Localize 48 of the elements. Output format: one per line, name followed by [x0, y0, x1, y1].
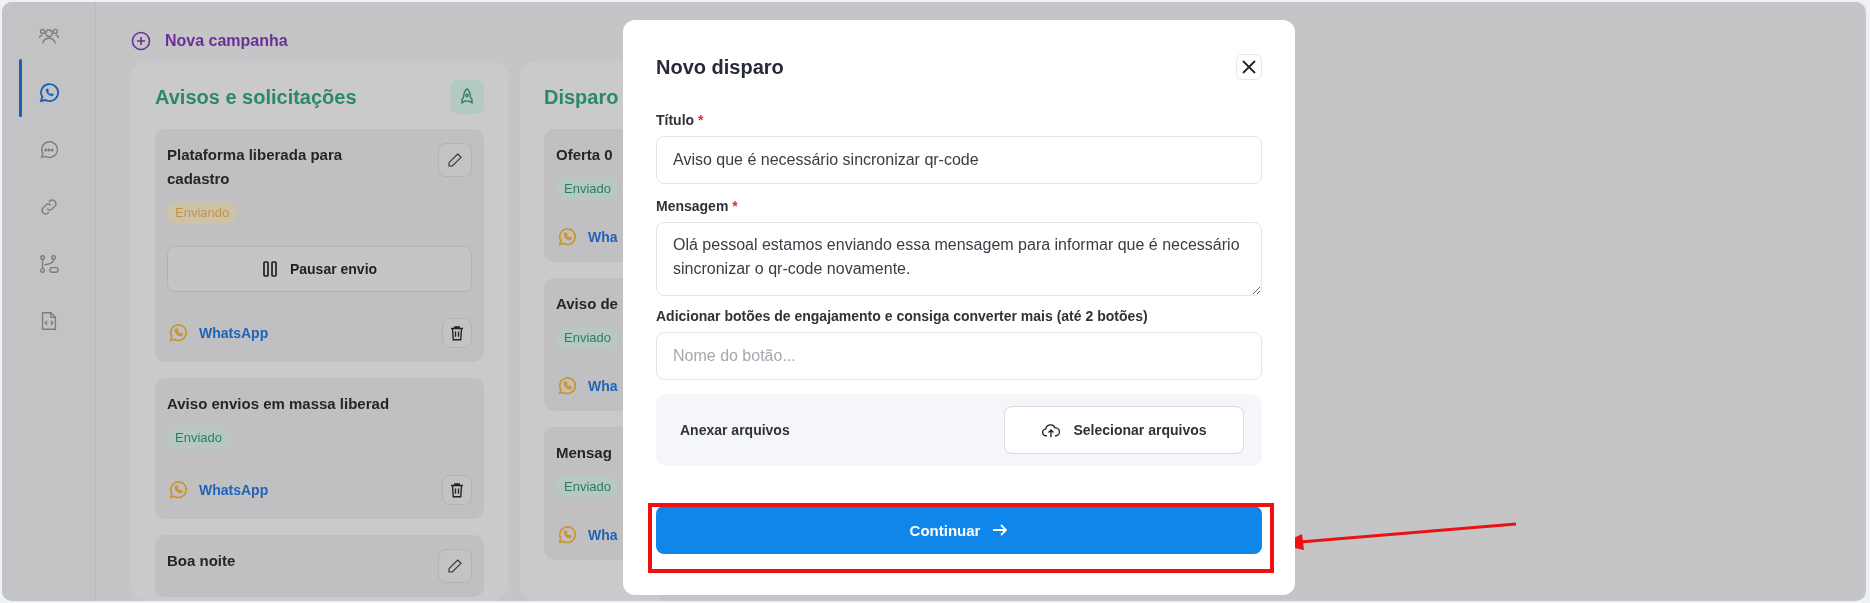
flow-icon: [37, 253, 60, 275]
campaign-title: Boa noite: [167, 551, 236, 571]
column-title: Disparo: [544, 85, 619, 109]
pause-icon: [261, 260, 278, 278]
whatsapp-icon: [556, 226, 578, 248]
required-asterisk: *: [698, 112, 704, 128]
field-label: Mensagem *: [656, 198, 739, 214]
title-input[interactable]: Aviso que é necessário sincronizar qr-code: [656, 136, 1262, 184]
pencil-icon: [447, 152, 463, 168]
message-textarea[interactable]: Olá pessoal estamos enviando essa mensagem para informar que é necessário sincronizar o qr-code novamente.: [656, 222, 1262, 296]
whatsapp-icon: [556, 375, 578, 397]
campaign-title: Aviso de: [556, 294, 618, 314]
campaign-title: Mensag: [556, 443, 612, 463]
campaign-title: Plataforma liberada para cadastro: [167, 145, 344, 189]
delete-button[interactable]: [442, 475, 472, 505]
arrow-right-icon: [992, 523, 1009, 537]
pencil-icon: [447, 558, 463, 574]
select-files-button[interactable]: Selecionar arquivos: [1004, 406, 1244, 454]
edit-button[interactable]: [438, 549, 472, 583]
status-tag: Enviando: [167, 201, 238, 224]
button-name-input[interactable]: Nome do botão...: [656, 332, 1262, 380]
field-label: Adicionar botões de engajamento e consiga converter mais (até 2 botões): [656, 308, 1149, 324]
pause-button[interactable]: Pausar envio: [167, 246, 472, 292]
dialog-title: Novo disparo: [656, 55, 784, 79]
status-tag: Enviado: [556, 177, 619, 200]
campaign-title: Aviso envios em massa liberad: [167, 394, 390, 414]
add-circle-icon: [131, 30, 151, 51]
rocket-button[interactable]: [450, 80, 484, 114]
edit-button[interactable]: [438, 143, 472, 177]
whatsapp-icon: [556, 524, 578, 546]
whatsapp-icon: [167, 479, 189, 501]
column-title: Avisos e solicitações: [155, 85, 357, 109]
delete-button[interactable]: [442, 318, 472, 348]
close-icon: [1241, 59, 1257, 75]
campaign-title: Oferta 0: [556, 145, 613, 165]
field-label: Título *: [656, 112, 705, 128]
trash-icon: [448, 324, 466, 342]
required-asterisk: *: [732, 198, 738, 214]
continue-button[interactable]: Continuar: [656, 506, 1262, 554]
new-campaign-link[interactable]: Nova campanha: [165, 31, 288, 50]
trash-icon: [448, 481, 466, 499]
status-tag: Enviado: [556, 475, 619, 498]
attach-label: Anexar arquivos: [680, 422, 790, 438]
whatsapp-icon: [167, 322, 189, 344]
cloud-upload-icon: [1041, 421, 1062, 439]
status-tag: Enviado: [167, 426, 230, 449]
close-button[interactable]: [1236, 54, 1262, 80]
status-tag: Enviado: [556, 326, 619, 349]
